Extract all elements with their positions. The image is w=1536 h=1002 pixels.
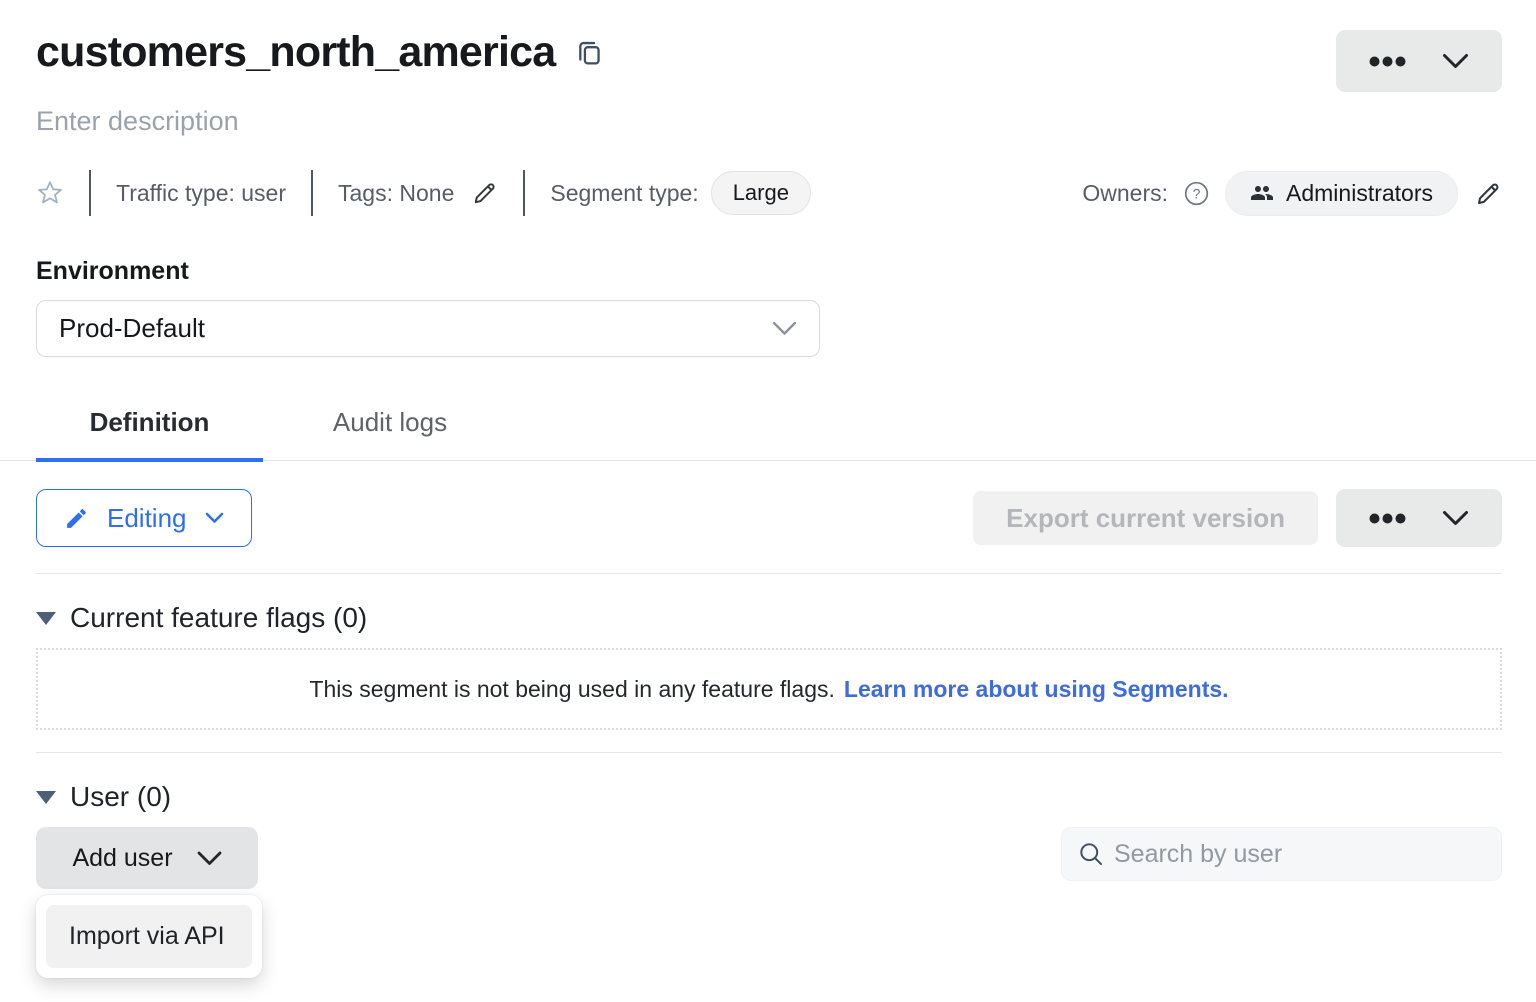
triangle-down-icon [36,612,56,625]
segment-detail-page: customers_north_america Enter descriptio… [0,0,1536,1002]
pencil-filled-icon [64,506,89,531]
pencil-icon [1473,179,1502,208]
vertical-separator [311,170,313,216]
page-header: customers_north_america [36,0,1502,92]
user-section-toggle[interactable]: User (0) [36,781,1502,813]
copy-icon [575,38,604,67]
owners-label: Owners: [1082,180,1168,207]
search-by-user-input[interactable] [1114,840,1486,869]
vertical-separator [89,170,91,216]
copy-name-button[interactable] [575,38,604,67]
owners-group: Owners: ? Administrators [1082,171,1502,216]
owners-value: Administrators [1286,180,1433,207]
favorite-star-button[interactable] [36,179,64,207]
tabs-bar: Definition Audit logs [0,395,1536,461]
tab-definition[interactable]: Definition [36,395,263,460]
vertical-separator [523,170,525,216]
feature-flags-section-toggle[interactable]: Current feature flags (0) [36,602,1502,634]
people-icon [1250,181,1274,205]
segment-type-badge: Large [711,171,811,215]
export-current-version-button[interactable]: Export current version [973,491,1318,545]
header-more-actions-button[interactable] [1336,30,1502,92]
traffic-type-label: Traffic type: user [116,180,286,207]
edit-owners-button[interactable] [1473,179,1502,208]
pencil-icon [470,179,498,207]
tab-audit-logs[interactable]: Audit logs [295,395,485,460]
user-search-box [1061,827,1502,881]
question-circle-icon[interactable]: ? [1183,180,1210,207]
owners-chip[interactable]: Administrators [1225,171,1458,216]
chevron-down-icon [197,851,222,866]
svg-text:?: ? [1193,185,1201,201]
menu-item-import-via-api[interactable]: Import via API [46,905,252,968]
definition-more-actions-button[interactable] [1336,489,1502,547]
add-user-dropdown-group: Add user Import via API [36,827,262,978]
editing-label: Editing [107,503,187,534]
page-title: customers_north_america [36,28,555,77]
feature-flags-empty-state: This segment is not being used in any fe… [36,648,1502,730]
learn-more-link[interactable]: Learn more about using Segments. [844,676,1229,703]
feature-flags-empty-text: This segment is not being used in any fe… [309,676,834,703]
section-divider [36,573,1502,574]
environment-section: Environment Prod-Default [36,257,1502,357]
toolbar: Editing Export current version [36,489,1502,547]
feature-flags-heading: Current feature flags (0) [70,602,367,634]
add-user-label: Add user [72,844,172,873]
chevron-down-icon [205,512,224,524]
section-divider [36,752,1502,753]
edit-tags-button[interactable] [470,179,498,207]
ellipsis-icon [1369,513,1406,524]
user-section-heading: User (0) [70,781,171,813]
editing-status-button[interactable]: Editing [36,489,252,547]
add-user-menu: Import via API [36,895,262,978]
meta-row: Traffic type: user Tags: None Segment ty… [36,169,1502,217]
environment-selected-value: Prod-Default [59,313,205,344]
segment-type-label: Segment type: [550,180,698,207]
user-controls-row: Add user Import via API [36,827,1502,978]
add-user-button[interactable]: Add user [36,827,258,889]
chevron-down-icon [1442,53,1469,69]
search-icon [1077,840,1105,868]
environment-select[interactable]: Prod-Default [36,300,820,357]
environment-label: Environment [36,257,1502,286]
star-icon [36,179,64,207]
ellipsis-icon [1369,56,1406,67]
tags-label: Tags: None [338,180,454,207]
triangle-down-icon [36,791,56,804]
chevron-down-icon [772,321,797,336]
description-placeholder[interactable]: Enter description [36,106,1502,137]
chevron-down-icon [1442,510,1469,526]
